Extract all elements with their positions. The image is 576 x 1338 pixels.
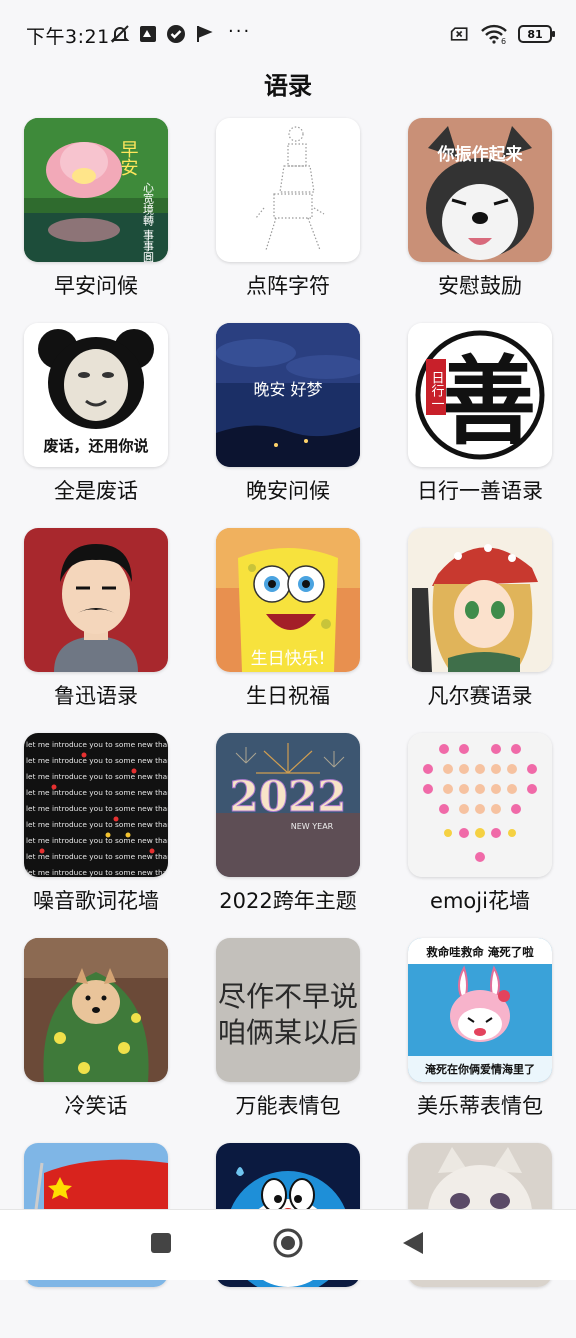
svg-text:NEW YEAR: NEW YEAR: [291, 822, 334, 831]
grid-item-emoji-wall[interactable]: emoji花墙: [394, 733, 574, 928]
svg-text:日行一: 日行一: [429, 371, 445, 410]
manga-girl-thumbnail: [408, 528, 552, 672]
home-circle-icon: [273, 1228, 303, 1262]
more-notifications: ···: [228, 21, 252, 42]
emoji-heart-thumbnail: [408, 733, 552, 877]
grid-item-label: 万能表情包: [235, 1094, 341, 1118]
status-bar: 下午3:21 ··· 6 81: [0, 0, 576, 70]
svg-text:生日快乐!: 生日快乐!: [251, 649, 326, 669]
svg-text:善: 善: [440, 345, 536, 458]
luxun-cartoon-thumbnail: [24, 528, 168, 672]
grid-item-cold-jokes[interactable]: 冷笑话: [10, 938, 190, 1133]
back-triangle-icon: [401, 1230, 425, 1260]
grid-item-label: 噪音歌词花墙: [33, 889, 159, 913]
grid-item-birthday[interactable]: 生日快乐! 生日祝福: [202, 528, 382, 723]
grid-item-label: emoji花墙: [430, 889, 530, 913]
svg-text:早安: 早安: [118, 140, 139, 176]
grid-item-label: 安慰鼓励: [438, 274, 522, 298]
morning-lotus-thumbnail: 早安 心宽境轉 事事圓滿: [24, 118, 168, 262]
grid-item-morning-greeting[interactable]: 早安 心宽境轉 事事圓滿 早安问候: [10, 118, 190, 313]
svg-text:let me introduce you to some n: let me introduce you to some new thangs …: [26, 804, 168, 813]
notification-icons: [110, 24, 214, 44]
shiba-blanket-thumbnail: [24, 938, 168, 1082]
grid-item-label: 早安问候: [54, 274, 138, 298]
husky-thumbnail: 你振作起来: [408, 118, 552, 262]
grid-item-label: 2022跨年主题: [219, 889, 357, 913]
svg-text:6: 6: [501, 37, 506, 44]
noise-lyrics-thumbnail: let me introduce you to some new thangs …: [24, 733, 168, 877]
grid-item-versailles[interactable]: 凡尔赛语录: [394, 528, 574, 723]
svg-text:let me introduce you to some n: let me introduce you to some new thangs …: [26, 740, 168, 749]
battery-indicator: 81: [518, 25, 555, 43]
svg-text:let me introduce you to some n: let me introduce you to some new thangs …: [26, 772, 168, 781]
home-button[interactable]: [271, 1228, 305, 1262]
fireworks-2022-thumbnail: 2022 NEW YEAR: [216, 733, 360, 877]
status-time: 下午3:21: [26, 26, 110, 48]
app-notification-icon: [138, 24, 158, 44]
grid-item-noise-lyrics[interactable]: let me introduce you to some new thangs …: [10, 733, 190, 928]
grid-item-night-greeting[interactable]: 晚安 好梦 晚安问候: [202, 323, 382, 518]
recents-square-icon: [150, 1232, 172, 1258]
svg-text:let me introduce you to some n: let me introduce you to some new thangs …: [26, 788, 168, 797]
svg-text:let me introduce you to some n: let me introduce you to some new thangs …: [26, 852, 168, 861]
check-badge-icon: [166, 24, 186, 44]
svg-text:let me introduce you to some n: let me introduce you to some new thangs …: [26, 756, 168, 765]
svg-text:let me introduce you to some n: let me introduce you to some new thangs …: [26, 868, 168, 877]
page-title: 语录: [264, 72, 312, 100]
grid-item-label: 鲁迅语录: [54, 684, 138, 708]
flag-icon: [194, 24, 214, 44]
back-button[interactable]: [396, 1228, 430, 1262]
wall-writing-thumbnail: 尽作不早说 咱俩某以后: [216, 938, 360, 1082]
mute-icon: [110, 24, 130, 44]
grid-item-melody-stickers[interactable]: 救命哇救命 淹死了啦 淹死在你俩爱情海里了 美乐蒂表情包: [394, 938, 574, 1133]
grid-item-label: 凡尔赛语录: [427, 684, 533, 708]
grid-item-label: 点阵字符: [246, 274, 330, 298]
shan-calligraphy-thumbnail: 善 日行一: [408, 323, 552, 467]
svg-text:废话，还用你说: 废话，还用你说: [43, 437, 148, 455]
svg-text:淹死在你俩爱情海里了: 淹死在你俩爱情海里了: [425, 1062, 535, 1076]
spongebob-thumbnail: 生日快乐!: [216, 528, 360, 672]
grid-item-luxun[interactable]: 鲁迅语录: [10, 528, 190, 723]
recents-button[interactable]: [144, 1228, 178, 1262]
grid-item-nonsense[interactable]: 废话，还用你说 全是废话: [10, 323, 190, 518]
grid-item-label: 日行一善语录: [417, 479, 543, 503]
svg-text:let me introduce you to some n: let me introduce you to some new thangs …: [26, 836, 168, 845]
svg-text:咱俩某以后: 咱俩某以后: [218, 1016, 358, 1049]
svg-text:你振作起来: 你振作起来: [437, 144, 524, 165]
grid-item-universal-stickers[interactable]: 尽作不早说 咱俩某以后 万能表情包: [202, 938, 382, 1133]
svg-text:心宽境轉 事事圓滿: 心宽境轉 事事圓滿: [142, 182, 155, 262]
my-melody-thumbnail: 救命哇救命 淹死了啦 淹死在你俩爱情海里了: [408, 938, 552, 1082]
dot-matrix-thumbnail: [216, 118, 360, 262]
panda-meme-thumbnail: 废话，还用你说: [24, 323, 168, 467]
wifi-icon: 6: [480, 24, 508, 44]
grid-item-label: 冷笑话: [64, 1094, 128, 1118]
grid-item-label: 晚安问候: [246, 479, 330, 503]
night-sky-thumbnail: 晚安 好梦: [216, 323, 360, 467]
grid-item-label: 全是废话: [54, 479, 138, 503]
grid-item-comfort[interactable]: 你振作起来 安慰鼓励: [394, 118, 574, 313]
system-navigation-bar: [0, 1209, 576, 1280]
svg-text:晚安 好梦: 晚安 好梦: [253, 380, 322, 399]
no-sim-icon: [450, 24, 470, 44]
grid-item-label: 生日祝福: [246, 684, 330, 708]
svg-text:let me introduce you to some n: let me introduce you to some new thangs …: [26, 820, 168, 829]
grid-item-2022-new-year[interactable]: 2022 NEW YEAR 2022跨年主题: [202, 733, 382, 928]
grid-item-good-deed[interactable]: 善 日行一 日行一善语录: [394, 323, 574, 518]
svg-text:尽作不早说: 尽作不早说: [218, 980, 358, 1013]
system-icons: 6 81: [450, 24, 555, 44]
svg-text:救命哇救命 淹死了啦: 救命哇救命 淹死了啦: [426, 945, 534, 959]
grid-item-dot-matrix[interactable]: 点阵字符: [202, 118, 382, 313]
grid-item-label: 美乐蒂表情包: [417, 1094, 543, 1118]
svg-text:2022: 2022: [230, 772, 347, 821]
